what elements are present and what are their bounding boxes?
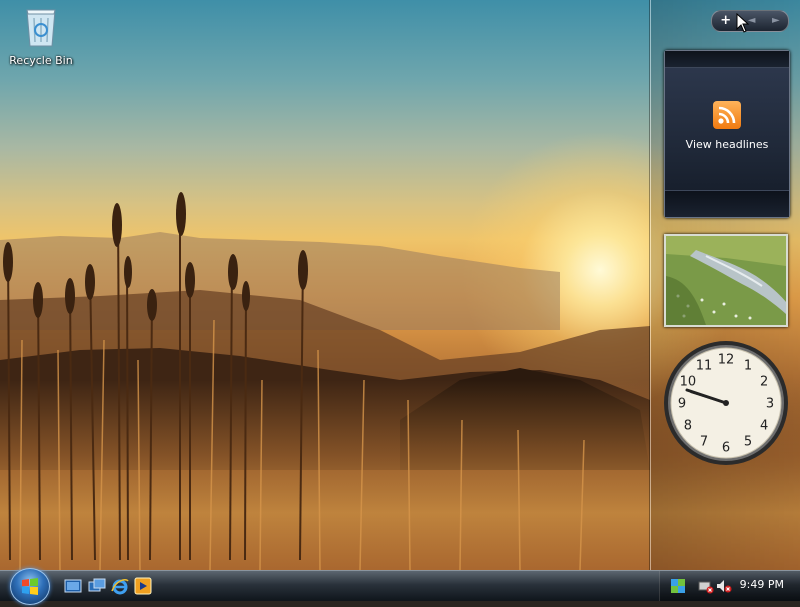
next-page-button[interactable]: ► — [772, 11, 780, 31]
windows-sidebar: + ◄ ► View headlines 12 1 2 3 4 5 6 7 8 … — [650, 0, 800, 570]
clock-gadget[interactable]: 12 1 2 3 4 5 6 7 8 9 10 11 — [663, 340, 789, 466]
slideshow-gadget[interactable] — [664, 234, 788, 327]
switch-windows-icon[interactable] — [88, 577, 106, 595]
slideshow-photo — [666, 236, 786, 325]
desktop-icon-label: Recycle Bin — [9, 54, 73, 67]
volume-muted-icon[interactable] — [716, 578, 732, 594]
start-button[interactable] — [10, 568, 50, 605]
clock-numeral: 11 — [696, 358, 713, 373]
network-icon[interactable] — [670, 578, 686, 594]
taskbar-clock[interactable]: 9:49 PM — [740, 578, 784, 591]
feed-headlines-gadget[interactable]: View headlines — [664, 50, 790, 218]
clock-numeral: 10 — [680, 375, 697, 390]
gadget-header — [665, 51, 789, 68]
clock-numeral: 7 — [700, 435, 708, 450]
sidebar-controls: + ◄ ► — [711, 10, 789, 32]
recycle-bin-icon — [24, 4, 58, 48]
notification-area: 9:49 PM — [659, 571, 800, 601]
clock-numeral: 2 — [760, 375, 768, 390]
taskbar: 9:49 PM — [0, 568, 800, 605]
clock-numeral: 1 — [744, 358, 752, 373]
clock-numeral: 4 — [760, 419, 768, 434]
desktop-icon-recycle-bin[interactable]: Recycle Bin — [6, 2, 76, 67]
clock-numeral: 3 — [766, 397, 774, 412]
clock-numeral: 5 — [744, 435, 752, 450]
safely-remove-icon[interactable] — [698, 578, 714, 594]
media-player-icon[interactable] — [134, 577, 152, 595]
windows-orb-icon — [22, 578, 38, 595]
gadget-footer — [665, 190, 789, 217]
clock-numeral: 9 — [678, 397, 686, 412]
show-desktop-icon[interactable] — [64, 577, 82, 595]
rss-feed-icon — [713, 101, 741, 129]
clock-numeral: 12 — [718, 353, 735, 368]
mouse-cursor-icon — [736, 13, 750, 33]
clock-numeral: 6 — [722, 441, 730, 456]
view-headlines-link[interactable]: View headlines — [665, 138, 789, 151]
internet-explorer-icon[interactable] — [111, 577, 129, 595]
add-gadget-button[interactable]: + — [720, 11, 731, 31]
clock-numeral: 8 — [684, 419, 692, 434]
